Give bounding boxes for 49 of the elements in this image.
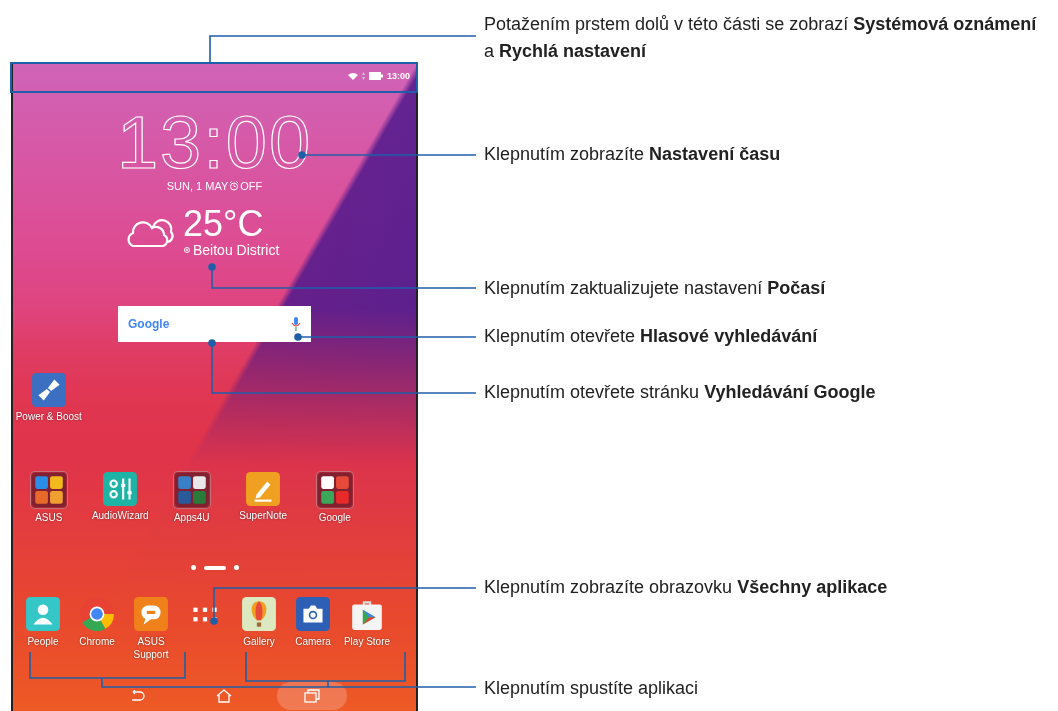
app-label[interactable]: Apps4U: [173, 512, 210, 523]
sliders-app-icon: [102, 471, 139, 507]
recent-apps-button[interactable]: [277, 682, 348, 710]
app-label[interactable]: Power & Boost: [15, 411, 82, 422]
pencil-app-icon: [245, 471, 282, 507]
folder-icon: [315, 471, 354, 509]
person-app-icon: [25, 596, 61, 632]
app-label[interactable]: ASUS Support: [124, 635, 178, 661]
microphone-icon[interactable]: [291, 317, 301, 331]
status-time: 13:00: [386, 71, 410, 81]
app-label[interactable]: Play Store: [343, 635, 391, 648]
recent-apps-icon: [304, 689, 321, 703]
search-bar[interactable]: Google: [118, 306, 311, 342]
page-indicator[interactable]: [203, 565, 226, 570]
folder-icon: [29, 471, 68, 509]
app-label[interactable]: SuperNote: [239, 510, 288, 521]
callout-text: Klepnutím zobrazíte obrazovku Všechny aplikace: [484, 576, 889, 599]
brush-app-icon: [30, 372, 67, 408]
app-label[interactable]: People: [27, 635, 59, 648]
battery-icon: [368, 72, 383, 80]
folder-icon: [172, 471, 211, 509]
balloon-app-icon: [241, 596, 277, 632]
camera-app-icon: [295, 596, 331, 632]
app-label[interactable]: Google: [318, 512, 351, 523]
clock-time[interactable]: 13:00: [116, 112, 313, 174]
speech-bubble-app-icon: [133, 596, 169, 632]
location-icon: [183, 246, 191, 254]
callout-text: Klepnutím zaktualizujete nastavení Počasí: [484, 277, 827, 300]
signal-icon: [361, 72, 365, 80]
app-label[interactable]: Gallery: [243, 635, 275, 648]
alarm-status: OFF: [240, 180, 263, 192]
app-label[interactable]: Chrome: [79, 635, 115, 648]
callout-text: Klepnutím zobrazíte Nastavení času: [484, 143, 782, 166]
weather-location[interactable]: Beitou District: [193, 242, 280, 258]
temperature[interactable]: 25°C: [183, 206, 280, 242]
callout-text: Klepnutím otevřete Hlasové vyhledávání: [484, 325, 819, 348]
alarm-clock-icon: [229, 181, 240, 191]
cloud-icon[interactable]: [125, 216, 175, 248]
app-label[interactable]: Camera: [295, 635, 331, 648]
home-icon[interactable]: [216, 689, 233, 703]
clock-date: SUN, 1 MAY: [166, 180, 229, 192]
page-indicator[interactable]: [233, 565, 239, 570]
callout-text: Klepnutím spustíte aplikaci: [484, 677, 700, 700]
page-indicator[interactable]: [190, 565, 196, 570]
app-label[interactable]: AudioWizard: [91, 510, 149, 521]
callout-text: Potažením prstem dolů v této části se zobrazí Systémová oznámení a Rychlá nastavení: [484, 13, 1038, 63]
callout-text: Klepnutím otevřete stránku Vyhledávání Google: [484, 381, 877, 404]
app-label[interactable]: ASUS: [35, 512, 63, 523]
wifi-icon: [347, 72, 358, 80]
